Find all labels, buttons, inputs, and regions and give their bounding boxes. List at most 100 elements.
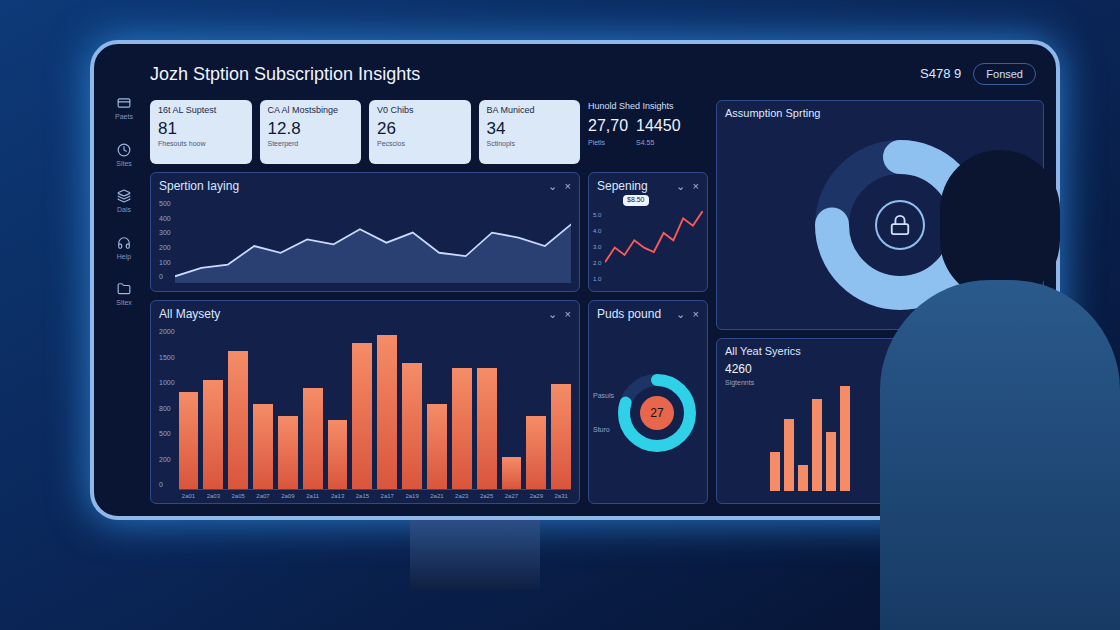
- axis-tick: 0: [159, 480, 175, 491]
- bar[interactable]: [328, 420, 348, 489]
- stat-card[interactable]: 16t AL Suptest81Fhesouts hoow: [150, 100, 252, 164]
- bar[interactable]: [303, 388, 323, 489]
- left-column: 16t AL Suptest81Fhesouts hoowCA Al Mosts…: [150, 100, 580, 504]
- axis-label: 2a17: [377, 492, 397, 501]
- axis-label: 2a19: [402, 492, 422, 501]
- axis-label: 2a31: [551, 492, 571, 501]
- reading: S478 9: [920, 64, 961, 84]
- panel-title: Puds pound: [597, 305, 661, 323]
- axis-tick: 4.0: [593, 227, 601, 236]
- bar[interactable]: [770, 452, 780, 491]
- small-donut-header: Puds pound ⌄ ×: [589, 301, 707, 323]
- bar[interactable]: [253, 404, 273, 489]
- panel-title: All Maysety: [159, 305, 220, 323]
- axis-label: 2a29: [526, 492, 546, 501]
- side-bar-chart: [770, 360, 850, 500]
- axis-tick: 0: [159, 272, 171, 283]
- axis-label: 2a27: [502, 492, 522, 501]
- axis-label: 2a15: [352, 492, 372, 501]
- axis-label: 2a05: [228, 492, 248, 501]
- sidebar-item[interactable]: Sitex: [116, 282, 132, 309]
- bar-chart-header: All Maysety ⌄ ×: [151, 301, 579, 323]
- menu-button[interactable]: ⌄: [548, 306, 557, 323]
- menu-button[interactable]: ⌄: [676, 306, 685, 323]
- axis-label: 2a21: [427, 492, 447, 501]
- stat-card[interactable]: BA Municed34Sctinopls: [479, 100, 581, 164]
- stat-card[interactable]: CA Al Mostsbinge12.8Steerperd: [260, 100, 362, 164]
- bar[interactable]: [452, 368, 472, 490]
- close-button[interactable]: ×: [565, 306, 571, 323]
- axis-tick: 800: [159, 404, 175, 415]
- donut-label: Sturo: [593, 425, 614, 436]
- bar[interactable]: [477, 368, 497, 490]
- small-chart-panel: Sepening⌄×$8.505.04.03.02.01.0: [588, 172, 708, 292]
- sidebar-item[interactable]: Help: [117, 236, 131, 263]
- sidebar-icon: [117, 189, 131, 203]
- axis-label: 2a13: [328, 492, 348, 501]
- sidebar: Paets Sites Dais Help Sitex: [106, 56, 142, 504]
- bar[interactable]: [377, 335, 397, 489]
- bar[interactable]: [551, 384, 571, 489]
- bar-chart: [179, 327, 571, 490]
- sidebar-item[interactable]: Sites: [116, 143, 132, 170]
- donut-label: Pasuls: [593, 391, 614, 402]
- axis-label: 2a01: [179, 492, 199, 501]
- bar[interactable]: [526, 416, 546, 489]
- panel-controls: ⌄×: [548, 178, 571, 195]
- menu-button[interactable]: ⌄: [676, 178, 685, 195]
- small-donut-panel: Puds pound ⌄ × Pasuls Sturo 27: [588, 300, 708, 504]
- person-silhouette: [880, 150, 1120, 630]
- bar-chart-panel: All Maysety⌄×20001500100080050020002a012…: [150, 300, 580, 504]
- axis-label: 2a25: [477, 492, 497, 501]
- pill-button[interactable]: Fonsed: [973, 63, 1036, 86]
- insight-value: 14450S4.55: [636, 114, 681, 149]
- bar[interactable]: [228, 351, 248, 489]
- close-button[interactable]: ×: [693, 178, 699, 195]
- sidebar-item[interactable]: Dais: [117, 189, 131, 216]
- axis-tick: 100: [159, 258, 171, 269]
- axis-label: 2a09: [278, 492, 298, 501]
- sidebar-item[interactable]: Paets: [115, 96, 133, 123]
- panel-title: Sepening: [597, 177, 648, 195]
- axis-label: 2a23: [452, 492, 472, 501]
- axis-tick: 500: [159, 429, 175, 440]
- lock-icon: [889, 214, 911, 236]
- bar[interactable]: [179, 392, 199, 489]
- bar[interactable]: [352, 343, 372, 489]
- stat-cards: 16t AL Suptest81Fhesouts hoowCA Al Mosts…: [150, 100, 580, 164]
- axis-tick: 5.0: [593, 211, 601, 220]
- menu-button[interactable]: ⌄: [548, 178, 557, 195]
- bar[interactable]: [826, 432, 836, 491]
- close-button[interactable]: ×: [565, 178, 571, 195]
- sidebar-icon: [117, 143, 131, 157]
- bar[interactable]: [798, 465, 808, 491]
- axis-label: 2a11: [303, 492, 323, 501]
- axis-tick: 1500: [159, 353, 175, 364]
- monitor-stand: [410, 520, 540, 590]
- bar[interactable]: [427, 404, 447, 489]
- panel-controls: ⌄×: [676, 178, 699, 195]
- bar[interactable]: [203, 380, 223, 489]
- stat-card[interactable]: V0 Chibs26Pecscios: [369, 100, 471, 164]
- axis-tick: 300: [159, 228, 171, 239]
- bar[interactable]: [402, 363, 422, 489]
- axis-label: 2a03: [203, 492, 223, 501]
- panel-title: Spertion Iaying: [159, 177, 239, 195]
- axis-tick: 500: [159, 199, 171, 210]
- axis-tick: 400: [159, 214, 171, 225]
- side-caption: Sigtennts: [725, 378, 754, 389]
- axis-tick: 200: [159, 243, 171, 254]
- bar[interactable]: [840, 386, 850, 491]
- side-value: 4260: [725, 360, 754, 378]
- bar[interactable]: [278, 416, 298, 489]
- bar[interactable]: [502, 457, 522, 489]
- axis-tick: 1000: [159, 378, 175, 389]
- sidebar-icon: [117, 96, 131, 110]
- bar[interactable]: [784, 419, 794, 491]
- small-line-chart: [605, 211, 703, 284]
- donut-value: 27: [640, 396, 674, 430]
- close-button[interactable]: ×: [693, 306, 699, 323]
- bar[interactable]: [812, 399, 822, 491]
- sidebar-icon: [117, 282, 131, 296]
- insights: Hunold Shed Insights27,70Pietls14450S4.5…: [588, 100, 708, 164]
